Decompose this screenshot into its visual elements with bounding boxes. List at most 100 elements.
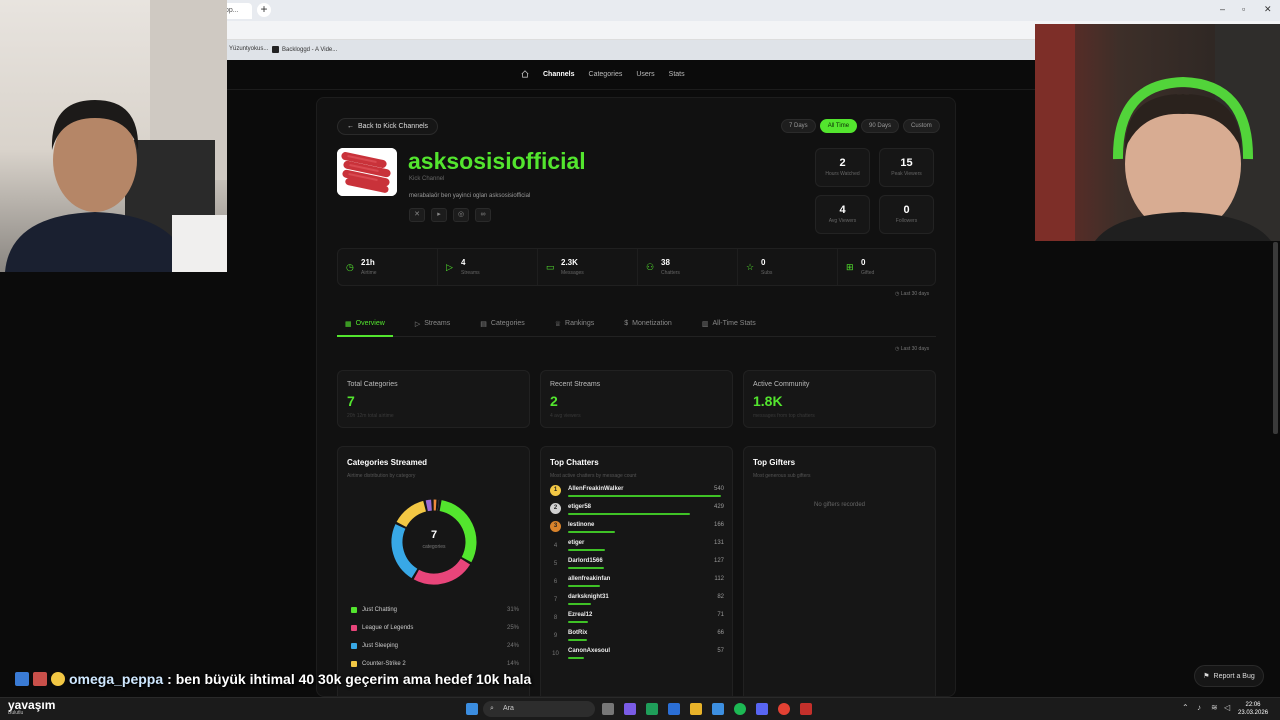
wifi-icon[interactable]: ≋ [1211,703,1218,712]
list-icon: ▤ [480,321,487,328]
legend-label: Just Chatting [362,607,398,613]
range-90-days[interactable]: 90 Days [861,119,900,133]
donut-slice [425,499,432,512]
chatter-rank: 6 [553,579,558,585]
stat-subs: ☆ 0 Subs [738,249,838,285]
channel-name: asksosisiofficial [408,148,586,174]
close-icon[interactable]: ✕ [1264,4,1272,15]
nav-channels[interactable]: Channels [543,71,575,78]
report-bug-button[interactable]: ⚑ Report a Bug [1194,665,1264,687]
chatter-bar [568,513,690,515]
chatter-count: 66 [717,630,724,636]
overlay-chat: omega_peppa : ben büyük ihtimal 40 30k g… [15,671,531,687]
chatter-row[interactable]: 1 AllenFreakinWalker 540 [550,485,724,502]
chatter-bar [568,603,591,605]
kpi-label: Avg Viewers [828,218,857,224]
copilot-icon[interactable] [624,703,636,715]
chatter-name: allenfreakinfan [568,576,611,582]
nav-stats[interactable]: Stats [669,71,685,78]
task-view-icon[interactable] [602,703,614,715]
users-icon: ⚇ [646,262,655,272]
store-icon[interactable] [712,703,724,715]
kpi-peak-viewers: 15 Peak Viewers [879,148,934,187]
chatter-row[interactable]: 10 CanonAxesoul 57 [550,647,724,664]
chatter-row[interactable]: 8 Ezreal12 71 [550,611,724,628]
chatter-row[interactable]: 3 lestinone 166 [550,521,724,538]
bookmark-item[interactable]: Backloggd - A Vide... [272,46,337,53]
channel-panel: ← Back to Kick Channels 7 Days All Time … [316,97,956,697]
windows-icon[interactable] [466,703,478,715]
legend-label: League of Legends [362,625,414,631]
tray-chevron-icon[interactable]: ⌃ [1182,703,1189,712]
legend-percent: 31% [506,607,519,613]
home-icon[interactable] [521,70,529,78]
page-scrollbar[interactable] [1273,242,1278,434]
stat-gifted: ⊞ 0 Gifted [846,258,875,276]
range-custom[interactable]: Custom [903,119,940,133]
taskbar-search[interactable]: ⌕ Ara [483,701,595,717]
chatter-row[interactable]: 4 etiger 131 [550,539,724,556]
chat-username: omega_peppa [69,671,164,687]
bug-icon: ⚑ [1203,673,1210,680]
play-icon: ▷ [414,321,421,328]
card-subtitle: Airtime distribution by category [347,473,416,479]
tab-categories[interactable]: ▤ Categories [472,319,532,337]
kpi-label: Peak Viewers [891,171,922,177]
chatter-bar [568,657,584,659]
youtube-icon[interactable]: ▸ [431,208,447,222]
chatter-name: Darlord1566 [568,558,603,564]
back-button[interactable]: ← Back to Kick Channels [337,118,439,135]
app-icon[interactable] [800,703,812,715]
donut-slice [413,558,471,585]
chrome-icon[interactable] [778,703,790,715]
tab-streams[interactable]: ▷ Streams [407,319,458,337]
new-tab-button[interactable]: + [257,3,271,17]
chatter-name: lestinone [568,522,595,528]
tab-rankings[interactable]: ♕ Rankings [547,319,602,337]
tab-all-time-stats[interactable]: ▥ All-Time Stats [694,319,764,337]
bookmark-item[interactable]: Yüzuntyokus... [229,46,268,52]
card-title: Categories Streamed [347,458,428,467]
chatter-rank: 10 [552,651,559,657]
range-all-time[interactable]: All Time [819,119,858,133]
minimize-icon[interactable]: – [1220,4,1225,14]
chatter-name: AllenFreakinWalker [568,486,624,492]
app-icon[interactable] [668,703,680,715]
backloggd-icon [272,46,279,53]
chatter-row[interactable]: 9 BotRix 66 [550,629,724,646]
chatter-row[interactable]: 7 darksknight31 82 [550,593,724,610]
chatter-row[interactable]: 5 Darlord1566 127 [550,557,724,574]
channel-avatar [337,148,397,196]
volume-icon[interactable]: ◁ [1224,703,1230,712]
discord-icon[interactable] [756,703,768,715]
spotify-icon[interactable] [734,703,746,715]
instagram-icon[interactable]: ◎ [453,208,469,222]
range-selector: 7 Days All Time 90 Days Custom [781,119,940,133]
system-clock[interactable]: 22:06 23.03.2026 [1238,701,1268,717]
maximize-icon[interactable]: ▫ [1242,4,1245,14]
nav-categories[interactable]: Categories [589,71,623,78]
categories-card: Categories Streamed Airtime distribution… [337,446,530,696]
mic-icon[interactable]: ♪ [1197,703,1201,712]
nav-users[interactable]: Users [636,71,654,78]
chat-message: : ben büyük ihtimal 40 30k geçerim ama h… [167,671,532,687]
chatter-row[interactable]: 6 allenfreakinfan 112 [550,575,724,592]
chatter-rank: 1 [550,485,561,496]
chatter-row[interactable]: 2 etiger58 429 [550,503,724,520]
kpi-hours-watched: 2 Hours Watched [815,148,870,187]
tab-monetization[interactable]: $ Monetization [616,319,680,337]
tab-overview[interactable]: ▦ Overview [337,319,393,337]
section-tabs: ▦ Overview ▷ Streams ▤ Categories ♕ Rankings… [337,319,936,337]
metric-active-community: Active Community 1.8K messages from top … [743,370,936,428]
kpi-value: 2 [839,157,846,169]
x-icon[interactable]: ✕ [409,208,425,222]
gift-icon: ⊞ [846,262,854,272]
excel-icon[interactable] [646,703,658,715]
range-7-days[interactable]: 7 Days [781,119,816,133]
file-explorer-icon[interactable] [690,703,702,715]
link-icon[interactable]: ∞ [475,208,491,222]
weather-widget[interactable]: yavaşım Bulutlu [8,698,55,716]
donut-center-label: categories [422,544,446,550]
chatter-count: 540 [713,486,724,492]
chatter-rank: 7 [553,597,558,603]
